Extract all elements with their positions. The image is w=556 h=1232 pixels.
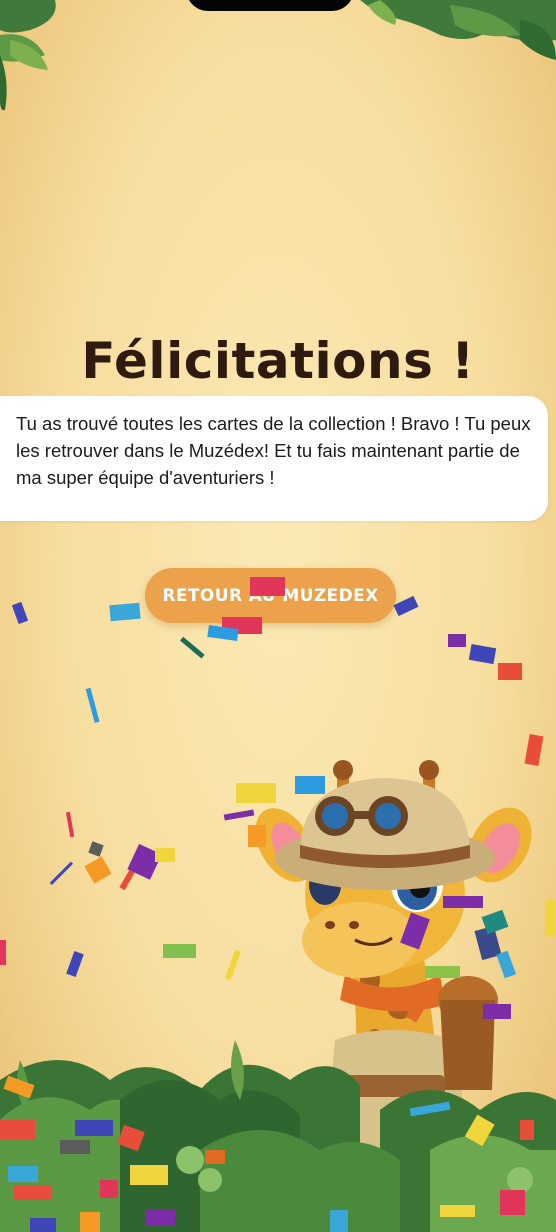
jungle-scene (0, 577, 556, 1232)
